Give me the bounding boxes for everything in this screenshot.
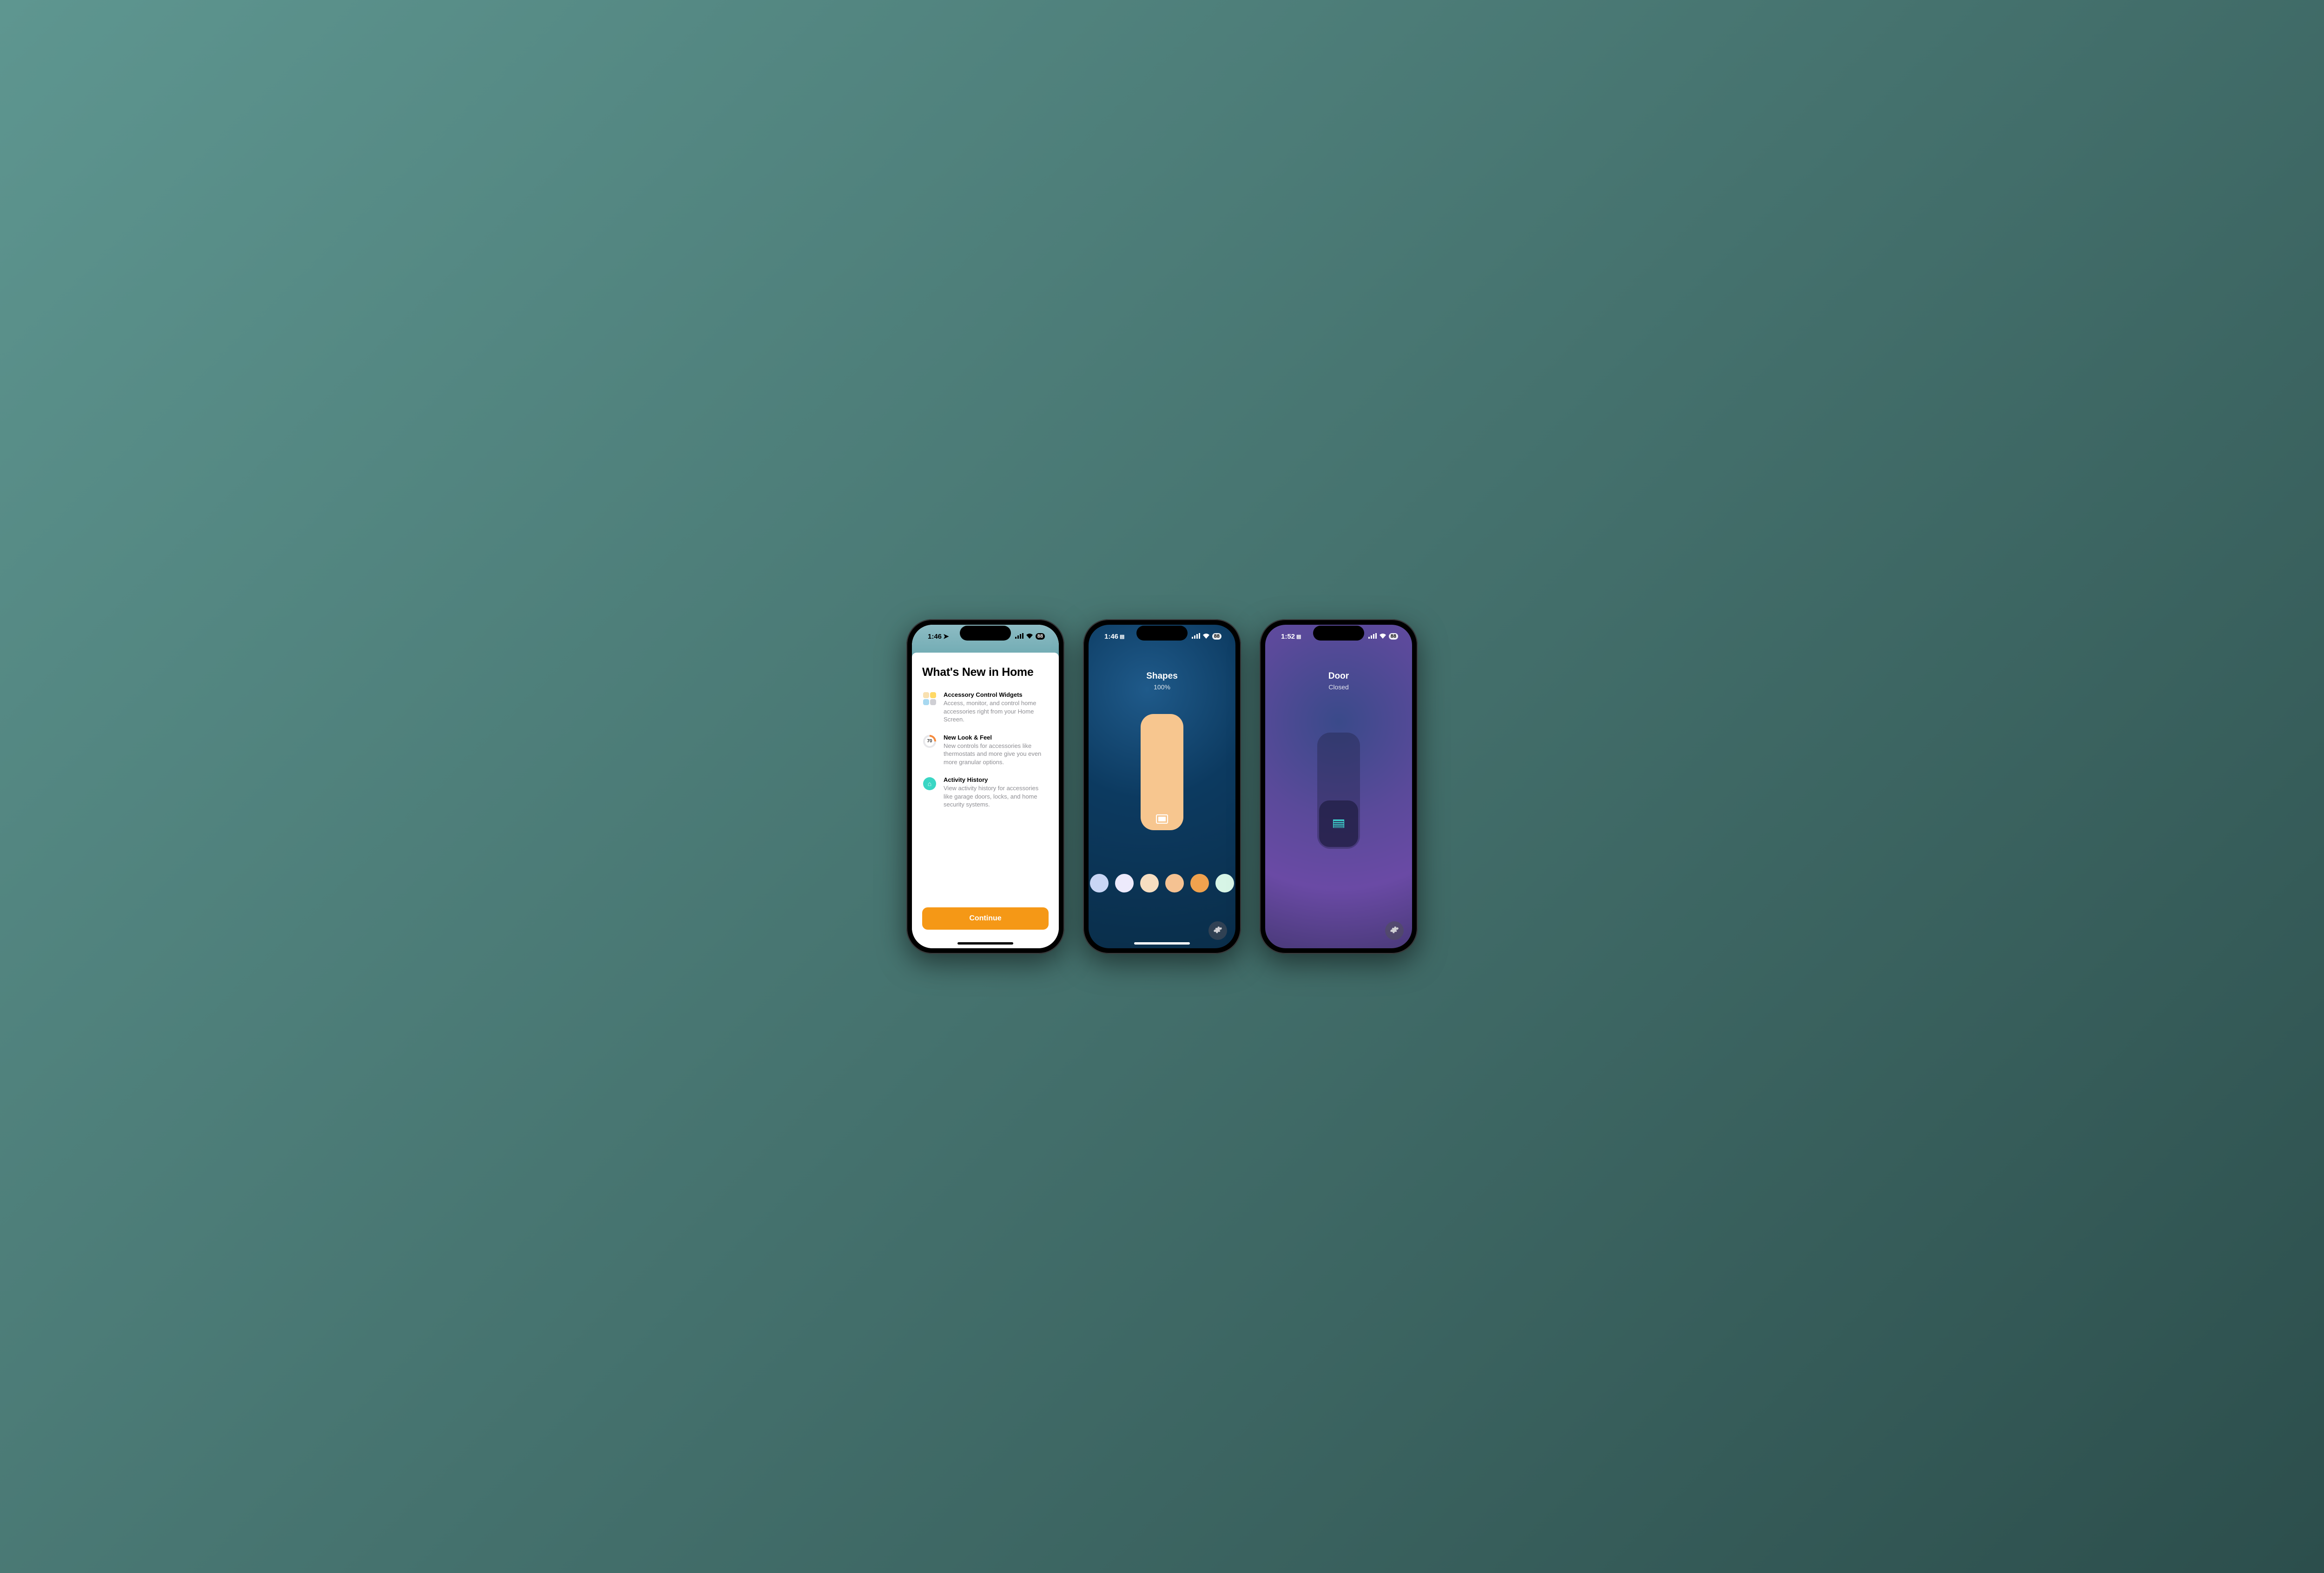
accessory-title: Shapes	[1146, 671, 1178, 681]
accessory-subtitle: Closed	[1328, 683, 1349, 691]
location-icon: ➤	[943, 632, 949, 641]
color-swatch[interactable]	[1140, 874, 1159, 892]
phone-frame-2: 1:46 ▤ 88 Shapes 100%	[1083, 619, 1241, 954]
feature-title: Activity History	[944, 776, 1049, 783]
color-swatch[interactable]	[1165, 874, 1184, 892]
feature-title: Accessory Control Widgets	[944, 691, 1049, 698]
house-icon: ⌂	[922, 776, 937, 791]
thermostat-icon: 70	[922, 734, 937, 749]
dynamic-island	[1313, 626, 1364, 641]
home-indicator[interactable]	[1134, 942, 1190, 945]
cellular-icon	[1368, 633, 1377, 641]
dynamic-island	[1136, 626, 1188, 641]
phone-frame-3: 1:52 ▤ 88 Door Closed	[1260, 619, 1418, 954]
thermo-value: 70	[925, 737, 934, 746]
battery-indicator: 88	[1036, 633, 1045, 640]
feature-desc: Access, monitor, and control home access…	[944, 699, 1049, 724]
color-swatch-row	[1089, 874, 1235, 892]
accessory-subtitle: 100%	[1154, 683, 1170, 691]
feature-title: New Look & Feel	[944, 734, 1049, 741]
status-time: 1:46	[1104, 633, 1118, 641]
page-title: What's New in Home	[922, 666, 1049, 679]
calendar-icon: ▤	[1120, 634, 1124, 640]
feature-widgets: Accessory Control Widgets Access, monito…	[922, 691, 1049, 724]
phone-frame-1: 1:46 ➤ 88 What's New in Home	[906, 619, 1064, 954]
cellular-icon	[1192, 633, 1200, 641]
dynamic-island	[960, 626, 1011, 641]
brightness-slider[interactable]	[1141, 714, 1183, 830]
feature-desc: New controls for accessories like thermo…	[944, 742, 1049, 767]
status-time: 1:52	[1281, 633, 1295, 641]
garage-door-icon	[1333, 820, 1344, 828]
color-swatch[interactable]	[1090, 874, 1109, 892]
color-swatch[interactable]	[1215, 874, 1234, 892]
gear-icon	[1390, 925, 1399, 937]
feature-desc: View activity history for accessories li…	[944, 784, 1049, 809]
accessory-title: Door	[1328, 671, 1349, 681]
battery-indicator: 88	[1389, 633, 1398, 640]
color-swatch[interactable]	[1115, 874, 1134, 892]
battery-indicator: 88	[1212, 633, 1221, 640]
continue-button[interactable]: Continue	[922, 907, 1049, 930]
status-time: 1:46	[928, 633, 942, 641]
feature-activity: ⌂ Activity History View activity history…	[922, 776, 1049, 809]
calendar-icon: ▤	[1296, 634, 1301, 640]
home-indicator[interactable]	[957, 942, 1013, 945]
wifi-icon	[1026, 633, 1033, 641]
whats-new-sheet: What's New in Home Accessory Control Wid…	[912, 653, 1059, 948]
widgets-icon	[922, 691, 937, 706]
door-slider-handle[interactable]	[1319, 800, 1358, 847]
wifi-icon	[1202, 633, 1210, 641]
feature-look-feel: 70 New Look & Feel New controls for acce…	[922, 734, 1049, 767]
lightbulb-icon	[1156, 814, 1168, 824]
door-slider[interactable]	[1317, 733, 1360, 849]
color-swatch[interactable]	[1190, 874, 1209, 892]
settings-button[interactable]	[1385, 921, 1404, 940]
gear-icon	[1213, 925, 1222, 937]
settings-button[interactable]	[1208, 921, 1227, 940]
wifi-icon	[1379, 633, 1386, 641]
cellular-icon	[1015, 633, 1023, 641]
